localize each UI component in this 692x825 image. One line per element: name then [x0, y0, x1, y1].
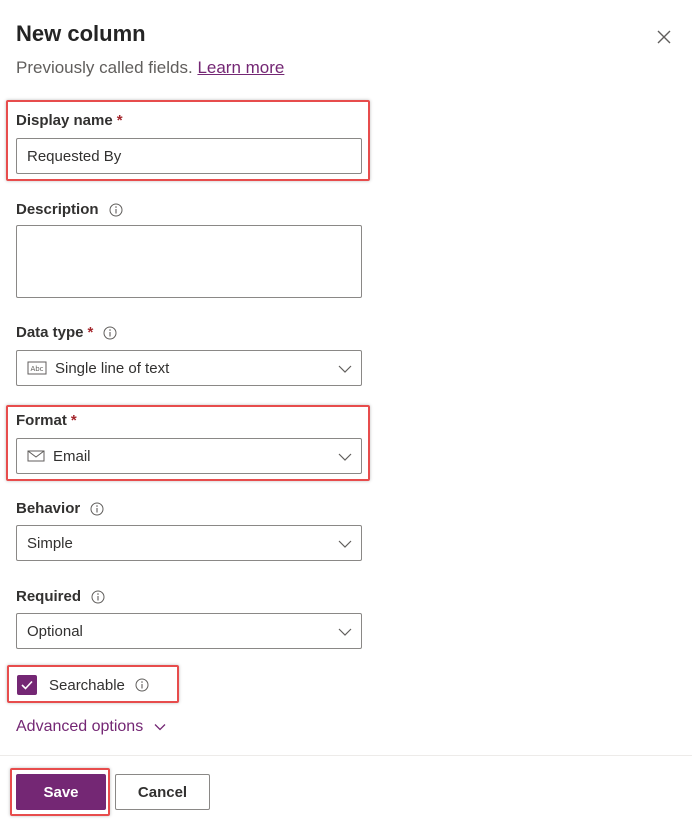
checkmark-icon: [21, 680, 33, 690]
learn-more-link[interactable]: Learn more: [197, 58, 284, 77]
mail-icon: [27, 449, 45, 463]
info-icon[interactable]: [103, 326, 117, 340]
required-dropdown[interactable]: Optional: [16, 613, 362, 649]
info-icon[interactable]: [109, 203, 123, 217]
behavior-dropdown[interactable]: Simple: [16, 525, 362, 561]
panel-title: New column: [16, 21, 146, 46]
info-icon[interactable]: [90, 502, 104, 516]
description-textarea[interactable]: [16, 225, 362, 298]
behavior-label: Behavior: [16, 499, 104, 519]
footer-divider: [0, 755, 692, 756]
cancel-button[interactable]: Cancel: [115, 774, 210, 810]
advanced-options-toggle[interactable]: Advanced options: [16, 718, 167, 736]
info-icon[interactable]: [135, 678, 149, 692]
panel-subtitle: Previously called fields. Learn more: [16, 57, 284, 79]
info-icon[interactable]: [91, 590, 105, 604]
format-dropdown[interactable]: Email: [16, 438, 362, 474]
display-name-input[interactable]: Requested By: [16, 138, 362, 174]
chevron-down-icon: [337, 361, 353, 377]
svg-text:Abc: Abc: [30, 365, 43, 373]
searchable-checkbox[interactable]: [17, 675, 37, 695]
close-button[interactable]: [652, 25, 676, 49]
searchable-label: Searchable: [49, 676, 125, 694]
required-mark: *: [116, 112, 123, 129]
required-mark: *: [70, 412, 77, 429]
description-label: Description: [16, 200, 123, 220]
required-label: Required: [16, 587, 105, 607]
display-name-label: Display name *: [16, 112, 123, 129]
text-abc-icon: Abc: [27, 361, 47, 375]
data-type-dropdown[interactable]: Abc Single line of text: [16, 350, 362, 386]
new-column-panel: New column Previously called fields. Lea…: [0, 0, 692, 825]
required-mark: *: [87, 324, 94, 341]
save-button[interactable]: Save: [16, 774, 106, 810]
searchable-row: Searchable: [17, 675, 149, 695]
chevron-down-icon: [153, 720, 167, 734]
subtitle-text: Previously called fields.: [16, 58, 193, 77]
chevron-down-icon: [337, 449, 353, 465]
close-icon: [657, 30, 671, 44]
chevron-down-icon: [337, 536, 353, 552]
chevron-down-icon: [337, 624, 353, 640]
format-label: Format *: [16, 412, 77, 429]
data-type-label: Data type *: [16, 323, 117, 343]
